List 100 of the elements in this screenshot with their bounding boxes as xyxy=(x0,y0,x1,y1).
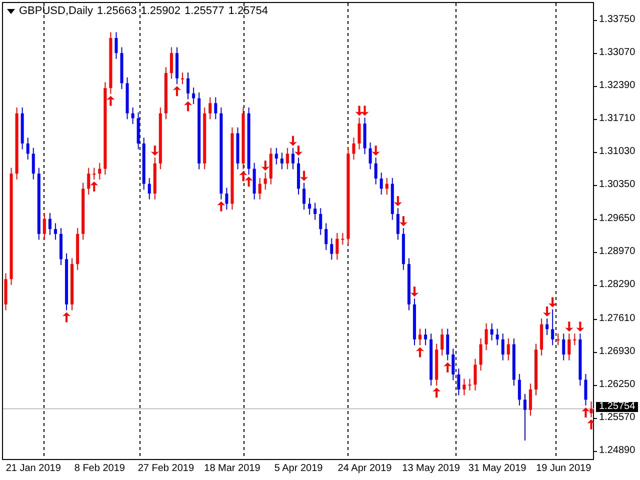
date-label: 31 May 2019 xyxy=(468,462,526,476)
down-arrow-icon xyxy=(394,196,402,206)
dropdown-triangle-icon[interactable] xyxy=(7,8,15,14)
down-arrow-icon xyxy=(410,286,418,297)
price-label: 1.33750 xyxy=(599,15,636,25)
candlestick xyxy=(330,238,334,260)
candlestick xyxy=(374,157,378,185)
candlestick xyxy=(556,333,560,346)
down-arrow-icon xyxy=(399,216,408,226)
down-arrow-icon xyxy=(288,136,297,146)
ohlc-value: 1.25577 xyxy=(184,5,224,17)
ohlc-value: 1.25663 xyxy=(96,5,137,17)
candlestick xyxy=(452,348,455,381)
candlestick xyxy=(98,162,102,180)
candlestick xyxy=(358,117,361,150)
up-arrow-icon xyxy=(416,347,424,358)
ohlc-value: 1.25902 xyxy=(140,5,180,17)
price-label: 1.28970 xyxy=(599,247,636,258)
up-arrow-icon xyxy=(444,362,452,372)
candlestick xyxy=(506,338,510,361)
date-label: 27 Feb 2019 xyxy=(138,462,194,476)
candlestick xyxy=(368,142,372,170)
down-arrow-icon xyxy=(565,322,574,332)
up-arrow-icon xyxy=(172,86,181,96)
candlestick xyxy=(385,178,388,196)
price-label: 1.24890 xyxy=(599,446,636,456)
up-arrow-icon xyxy=(62,312,71,322)
price-label: 1.26250 xyxy=(599,380,636,390)
candlestick xyxy=(186,72,190,100)
candlestick xyxy=(468,378,472,391)
date-label: 5 Apr 2019 xyxy=(274,462,323,476)
price-label: 1.27610 xyxy=(599,314,636,324)
candlestick xyxy=(474,358,477,391)
candlestick xyxy=(424,328,428,346)
candlestick xyxy=(42,212,46,240)
candlestick xyxy=(590,401,593,418)
up-arrow-icon xyxy=(239,171,248,182)
candlestick xyxy=(352,137,356,160)
candlestick xyxy=(214,96,218,120)
up-arrow-icon xyxy=(582,408,590,418)
candlestick xyxy=(484,322,488,351)
down-arrow-icon xyxy=(543,306,552,316)
price-label: 1.28290 xyxy=(599,280,636,290)
candlestick xyxy=(208,96,212,120)
candlestick xyxy=(446,328,450,361)
candlestick xyxy=(501,333,504,361)
down-arrow-icon xyxy=(548,297,557,308)
candlestick xyxy=(496,328,499,346)
candlestick xyxy=(280,152,284,170)
candlestick xyxy=(440,328,444,356)
price-label: 1.31030 xyxy=(599,147,636,158)
down-arrow-icon xyxy=(300,170,308,181)
up-arrow-icon xyxy=(432,388,441,398)
candlestick xyxy=(291,147,294,170)
candlestick xyxy=(568,333,571,361)
price-label: 1.26930 xyxy=(599,346,636,357)
symbol-timeframe: GBPUSD,Daily xyxy=(19,5,93,17)
up-arrow-icon xyxy=(184,101,192,112)
date-label: 18 Mar 2019 xyxy=(204,462,260,476)
candlestick xyxy=(264,172,267,190)
down-arrow-icon xyxy=(372,146,380,156)
candlestick xyxy=(546,318,549,336)
price-label: 1.33070 xyxy=(599,48,636,58)
candlestick xyxy=(584,373,588,406)
candlestick xyxy=(170,46,173,80)
current-price-label: 1.25754 xyxy=(596,402,638,412)
candlestick xyxy=(308,197,312,215)
price-label: 1.31710 xyxy=(599,114,636,124)
candlestick xyxy=(192,87,196,105)
candlestick xyxy=(336,232,339,260)
candlestick xyxy=(114,32,118,60)
ohlc-value: 1.25754 xyxy=(228,5,268,17)
candlestick xyxy=(131,107,134,125)
up-arrow-icon xyxy=(244,176,253,187)
price-label: 1.25570 xyxy=(599,412,636,423)
date-label: 19 Jun 2019 xyxy=(536,462,592,476)
candlestick xyxy=(181,72,184,85)
down-arrow-icon xyxy=(360,106,369,116)
up-arrow-icon xyxy=(217,201,226,212)
date-label: 21 Jan 2019 xyxy=(6,462,61,476)
candlestick xyxy=(324,222,328,250)
candlestick xyxy=(380,172,383,196)
candlestick xyxy=(87,167,90,196)
candlestick xyxy=(396,208,400,240)
candlestick xyxy=(54,222,57,240)
candlestick xyxy=(462,378,466,396)
candlestick xyxy=(573,333,576,346)
candlestick xyxy=(319,208,322,236)
candlestick xyxy=(479,338,482,372)
candlestick xyxy=(551,308,554,346)
candlestick xyxy=(302,182,306,210)
candlestick xyxy=(418,328,422,346)
candlestick xyxy=(562,333,566,361)
candlestick xyxy=(258,178,262,200)
price-label: 1.32390 xyxy=(599,81,636,92)
date-label: 13 May 2019 xyxy=(402,462,460,476)
candlestick xyxy=(314,202,317,220)
candlestick xyxy=(92,167,96,180)
candlestick xyxy=(225,187,228,210)
candlestick xyxy=(518,373,521,406)
